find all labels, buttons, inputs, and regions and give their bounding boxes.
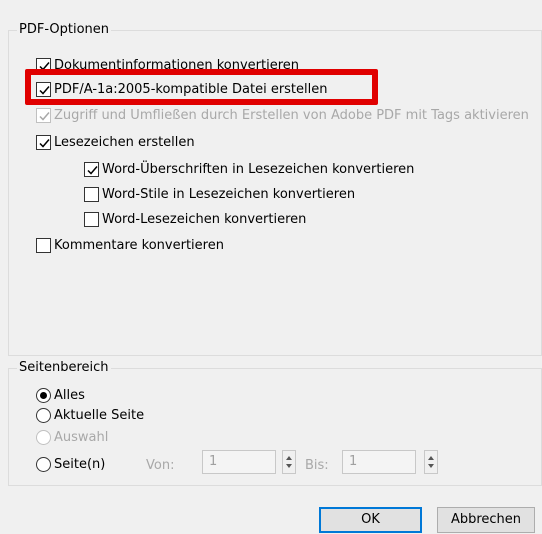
checkbox-label: Dokumentinformationen konvertieren: [54, 57, 300, 73]
radio-seiten[interactable]: Seite(n): [36, 455, 105, 473]
checkbox-tags: Zugriff und Umfließen durch Erstellen vo…: [36, 106, 529, 124]
radio-label: Aktuelle Seite: [54, 407, 145, 423]
radio-selected-icon[interactable]: [36, 387, 51, 403]
radio-label: Auswahl: [54, 429, 109, 445]
checkbox-label: Kommentare konvertieren: [54, 237, 224, 253]
spin-up-icon: [286, 456, 292, 460]
checkbox-label: PDF/A-1a:2005-kompatible Datei erstellen: [54, 81, 328, 97]
checkbox-checked-icon[interactable]: [36, 57, 51, 73]
to-spinner: [424, 450, 438, 474]
checkbox-checked-icon: [36, 107, 51, 123]
checkbox-unchecked-icon[interactable]: [84, 211, 99, 227]
radio-unselected-icon: [36, 429, 51, 445]
ok-button[interactable]: OK: [319, 507, 422, 533]
checkbox-label: Word-Lesezeichen konvertieren: [102, 211, 307, 227]
spin-up-icon: [428, 456, 434, 460]
checkbox-dokumentinformationen[interactable]: Dokumentinformationen konvertieren: [36, 56, 299, 74]
checkbox-checked-icon[interactable]: [36, 81, 51, 97]
checkbox-word-lesezeichen[interactable]: Word-Lesezeichen konvertieren: [84, 210, 306, 228]
checkbox-label: Zugriff und Umfließen durch Erstellen vo…: [54, 107, 529, 123]
checkbox-checked-icon[interactable]: [36, 134, 51, 150]
spin-down-icon: [286, 464, 292, 468]
checkbox-word-stile[interactable]: Word-Stile in Lesezeichen konvertieren: [84, 185, 355, 203]
radio-label: Seite(n): [54, 456, 106, 472]
radio-label: Alles: [54, 387, 85, 403]
checkbox-unchecked-icon[interactable]: [84, 186, 99, 202]
spin-down-icon: [428, 464, 434, 468]
radio-aktuelle-seite[interactable]: Aktuelle Seite: [36, 406, 144, 424]
radio-unselected-icon[interactable]: [36, 407, 51, 423]
checkbox-checked-icon[interactable]: [84, 161, 99, 177]
from-input: 1: [202, 450, 276, 474]
checkbox-kommentare[interactable]: Kommentare konvertieren: [36, 236, 224, 254]
cancel-button[interactable]: Abbrechen: [437, 507, 535, 533]
checkbox-lesezeichen[interactable]: Lesezeichen erstellen: [36, 133, 195, 151]
page-range-title: Seitenbereich: [17, 360, 111, 376]
from-spinner: [282, 450, 296, 474]
radio-auswahl: Auswahl: [36, 428, 108, 446]
checkbox-label: Word-Stile in Lesezeichen konvertieren: [102, 186, 356, 202]
from-label: Von:: [146, 457, 175, 473]
checkbox-label: Word-Überschriften in Lesezeichen konver…: [102, 161, 415, 177]
radio-unselected-icon[interactable]: [36, 456, 51, 472]
checkbox-label: Lesezeichen erstellen: [54, 134, 195, 150]
checkbox-unchecked-icon[interactable]: [36, 237, 51, 253]
checkbox-pdfa[interactable]: PDF/A-1a:2005-kompatible Datei erstellen: [36, 80, 328, 98]
radio-alles[interactable]: Alles: [36, 386, 85, 404]
checkbox-word-ueberschriften[interactable]: Word-Überschriften in Lesezeichen konver…: [84, 160, 414, 178]
to-input: 1: [342, 450, 416, 474]
pdf-options-title: PDF-Optionen: [17, 22, 112, 38]
to-label: Bis:: [305, 457, 329, 473]
